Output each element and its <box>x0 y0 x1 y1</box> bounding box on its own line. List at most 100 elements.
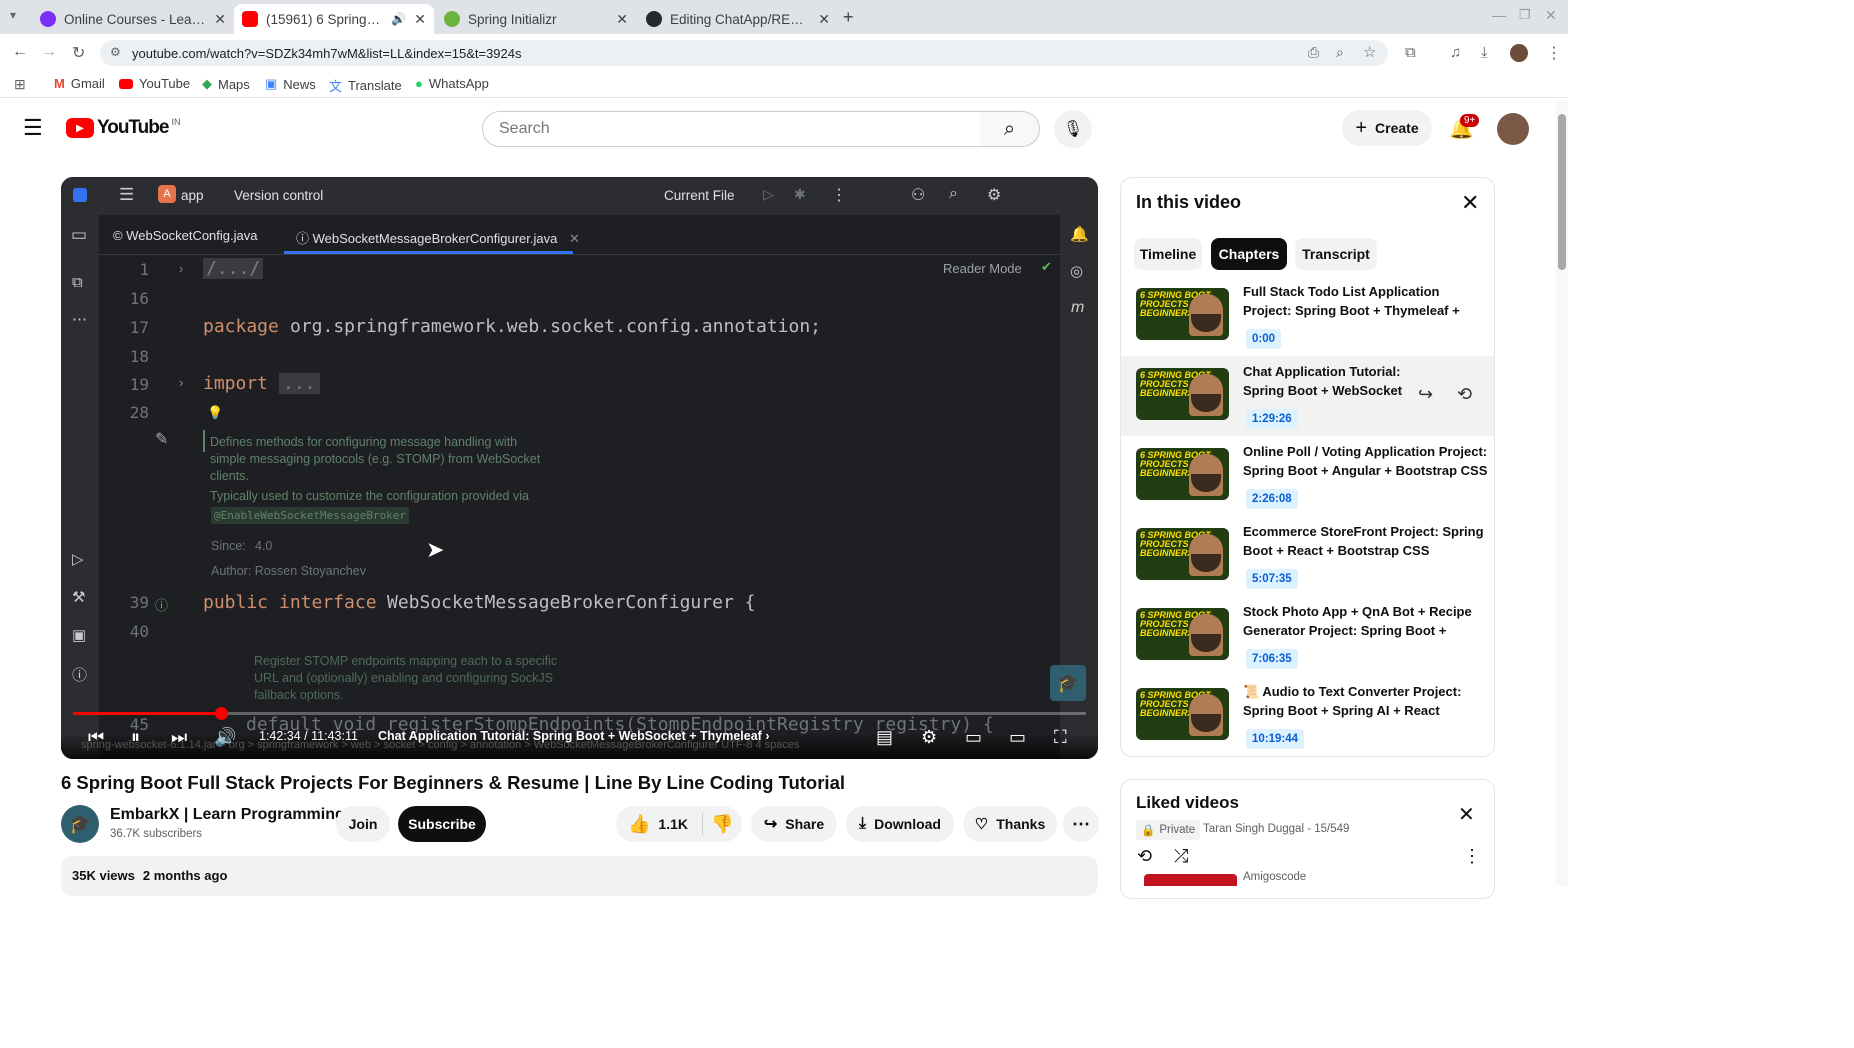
search-icon: ⌕ <box>1003 117 1016 140</box>
downloads-icon[interactable]: ⤓ <box>1481 44 1488 61</box>
close-icon[interactable]: ✕ <box>616 11 628 28</box>
close-icon[interactable]: ✕ <box>818 11 830 28</box>
zoom-icon[interactable]: ⌕ <box>1336 44 1344 61</box>
tab-timeline[interactable]: Timeline <box>1134 238 1202 270</box>
address-bar[interactable]: ⚙ youtube.com/watch?v=SDZk34mh7wM&list=L… <box>100 40 1388 66</box>
chapter-item[interactable]: 6 SPRING BOOT PROJECTS FOR BEGINNERS Onl… <box>1121 436 1494 516</box>
close-icon[interactable]: ✕ <box>414 11 426 28</box>
close-icon[interactable]: ✕ <box>214 11 226 28</box>
youtube-logo[interactable]: ▶ YouTube IN <box>66 117 180 139</box>
next-icon[interactable]: ⏭ <box>171 727 187 748</box>
profile-avatar[interactable] <box>1510 44 1528 62</box>
chapter-title: Full Stack Todo List Application Project… <box>1243 284 1460 318</box>
browser-tab-0[interactable]: Online Courses - Learn Anything ✕ <box>32 4 234 34</box>
chapter-label[interactable]: Chat Application Tutorial: Spring Boot +… <box>378 729 769 743</box>
restore-icon[interactable]: ❐ <box>1519 7 1531 23</box>
playlist-thumbnail[interactable] <box>1144 874 1237 886</box>
ide-titlebar <box>61 177 1098 215</box>
chapter-item-active[interactable]: 6 SPRING BOOT PROJECTS FOR BEGINNERS Cha… <box>1121 356 1494 436</box>
browser-tab-3[interactable]: Editing ChatApp/README.md ✕ <box>638 4 838 34</box>
chapter-item[interactable]: 6 SPRING BOOT PROJECTS FOR BEGINNERS 📜 A… <box>1121 676 1494 756</box>
scrubber-handle[interactable] <box>215 707 228 720</box>
bookmark-news[interactable]: ▣ News <box>265 76 316 92</box>
create-label: Create <box>1375 120 1419 136</box>
fold-icon: › <box>179 375 184 390</box>
back-icon[interactable]: ← <box>12 43 28 61</box>
miniplayer-icon[interactable]: ▭ <box>965 727 982 748</box>
package-name: org.springframework.web.socket.config.an… <box>290 316 822 337</box>
browser-tab-1[interactable]: (15961) 6 Spring Boot Full Stack 🔊 ✕ <box>234 4 434 34</box>
loop-playlist-icon[interactable]: ⟲ <box>1137 846 1152 867</box>
tab-favicon-icon <box>40 11 56 27</box>
like-count[interactable]: 1.1K <box>658 816 688 832</box>
microphone-icon: 🎙 <box>1062 121 1084 138</box>
channel-avatar[interactable]: 🎓 <box>61 805 99 843</box>
apps-grid-icon[interactable]: ⊞ <box>14 76 26 93</box>
bookmark-translate[interactable]: 文 Translate <box>329 76 402 95</box>
like-icon[interactable]: 👍 <box>628 814 650 835</box>
check-icon: ✔ <box>1041 259 1052 274</box>
bookmark-star-icon[interactable]: ☆ <box>1363 43 1376 61</box>
more-actions-button[interactable]: ⋯ <box>1063 806 1099 842</box>
join-button[interactable]: Join <box>336 806 390 842</box>
forward-icon[interactable]: → <box>41 43 57 61</box>
bookmark-label: Maps <box>218 76 250 92</box>
share-icon[interactable]: ↪ <box>1418 384 1433 405</box>
share-button[interactable]: ↪ Share <box>751 806 837 842</box>
tab-chapters[interactable]: Chapters <box>1211 238 1287 270</box>
volume-icon[interactable]: 🔊 <box>214 727 236 748</box>
video-player[interactable]: ☰ A app Version control Current File ▷ ✱… <box>61 177 1098 759</box>
browser-tab-2[interactable]: Spring Initializr ✕ <box>436 4 636 34</box>
previous-icon[interactable]: ⏮ <box>88 727 104 748</box>
window-close-icon[interactable]: ✕ <box>1545 7 1557 24</box>
line-number: 17 <box>129 318 149 337</box>
playlist-more-icon[interactable]: ⋮ <box>1463 846 1481 867</box>
close-icon[interactable]: ✕ <box>1458 802 1475 827</box>
bookmark-maps[interactable]: ◆ Maps <box>202 76 250 92</box>
extensions-icon[interactable]: ⧉ <box>1405 44 1416 61</box>
fullscreen-icon[interactable]: ⛶ <box>1054 727 1067 748</box>
close-icon[interactable]: ✕ <box>1461 190 1479 216</box>
scrollbar-thumb[interactable] <box>1558 114 1566 270</box>
account-avatar[interactable] <box>1497 113 1529 145</box>
thanks-button[interactable]: ♡ Thanks <box>963 806 1057 842</box>
site-info-icon[interactable]: ⚙ <box>110 45 121 59</box>
reload-icon[interactable]: ↻ <box>72 43 85 63</box>
subscribe-button[interactable]: Subscribe <box>398 806 486 842</box>
bookmark-youtube[interactable]: YouTube <box>119 76 190 91</box>
install-icon[interactable]: ⎙ <box>1308 44 1319 61</box>
voice-search-button[interactable]: 🎙 <box>1054 110 1092 148</box>
speaker-icon[interactable]: 🔊 <box>391 12 406 26</box>
hamburger-menu-icon[interactable]: ☰ <box>23 115 43 141</box>
theater-mode-icon[interactable]: ▭ <box>1009 727 1026 748</box>
minimize-icon[interactable]: — <box>1492 7 1506 23</box>
chapter-item[interactable]: 6 SPRING BOOT PROJECTS FOR BEGINNERS Sto… <box>1121 596 1494 676</box>
bookmark-gmail[interactable]: M Gmail <box>54 76 105 91</box>
download-button[interactable]: ⤓ Download <box>846 806 954 842</box>
browser-menu-icon[interactable]: ⋮ <box>1546 43 1562 63</box>
line-number: 16 <box>129 289 149 308</box>
loop-icon[interactable]: ⟲ <box>1457 384 1472 405</box>
media-control-icon[interactable]: ♫ <box>1450 44 1461 61</box>
bookmark-whatsapp[interactable]: ● WhatsApp <box>415 76 489 91</box>
chapter-item[interactable]: 6 SPRING BOOT PROJECTS FOR BEGINNERS Ful… <box>1121 276 1494 356</box>
new-tab-icon[interactable]: + <box>843 7 854 28</box>
search-input[interactable]: Search <box>482 111 982 147</box>
channel-watermark[interactable]: 🎓 <box>1050 665 1086 701</box>
playlist-title[interactable]: Liked videos <box>1136 793 1239 813</box>
implemented-icon: ⓘ <box>155 598 169 613</box>
thanks-label: Thanks <box>996 816 1046 832</box>
channel-name[interactable]: EmbarkX | Learn Programming <box>110 806 345 824</box>
create-button[interactable]: + Create <box>1342 110 1432 146</box>
settings-icon[interactable]: ⚙ <box>921 727 937 748</box>
tab-transcript[interactable]: Transcript <box>1295 238 1377 270</box>
tab-search-icon[interactable]: ▾ <box>10 8 16 22</box>
shuffle-icon[interactable]: ⤮ <box>1174 846 1188 867</box>
chapter-timestamp: 1:29:26 <box>1246 409 1298 429</box>
view-count: 35K views <box>72 868 135 883</box>
chapter-item[interactable]: 6 SPRING BOOT PROJECTS FOR BEGINNERS Eco… <box>1121 516 1494 596</box>
dislike-icon[interactable]: 👎 <box>711 814 733 835</box>
subtitles-icon[interactable]: ▤ <box>876 727 893 748</box>
search-button[interactable]: ⌕ <box>980 111 1040 147</box>
pause-icon[interactable]: ⏸ <box>131 727 140 748</box>
